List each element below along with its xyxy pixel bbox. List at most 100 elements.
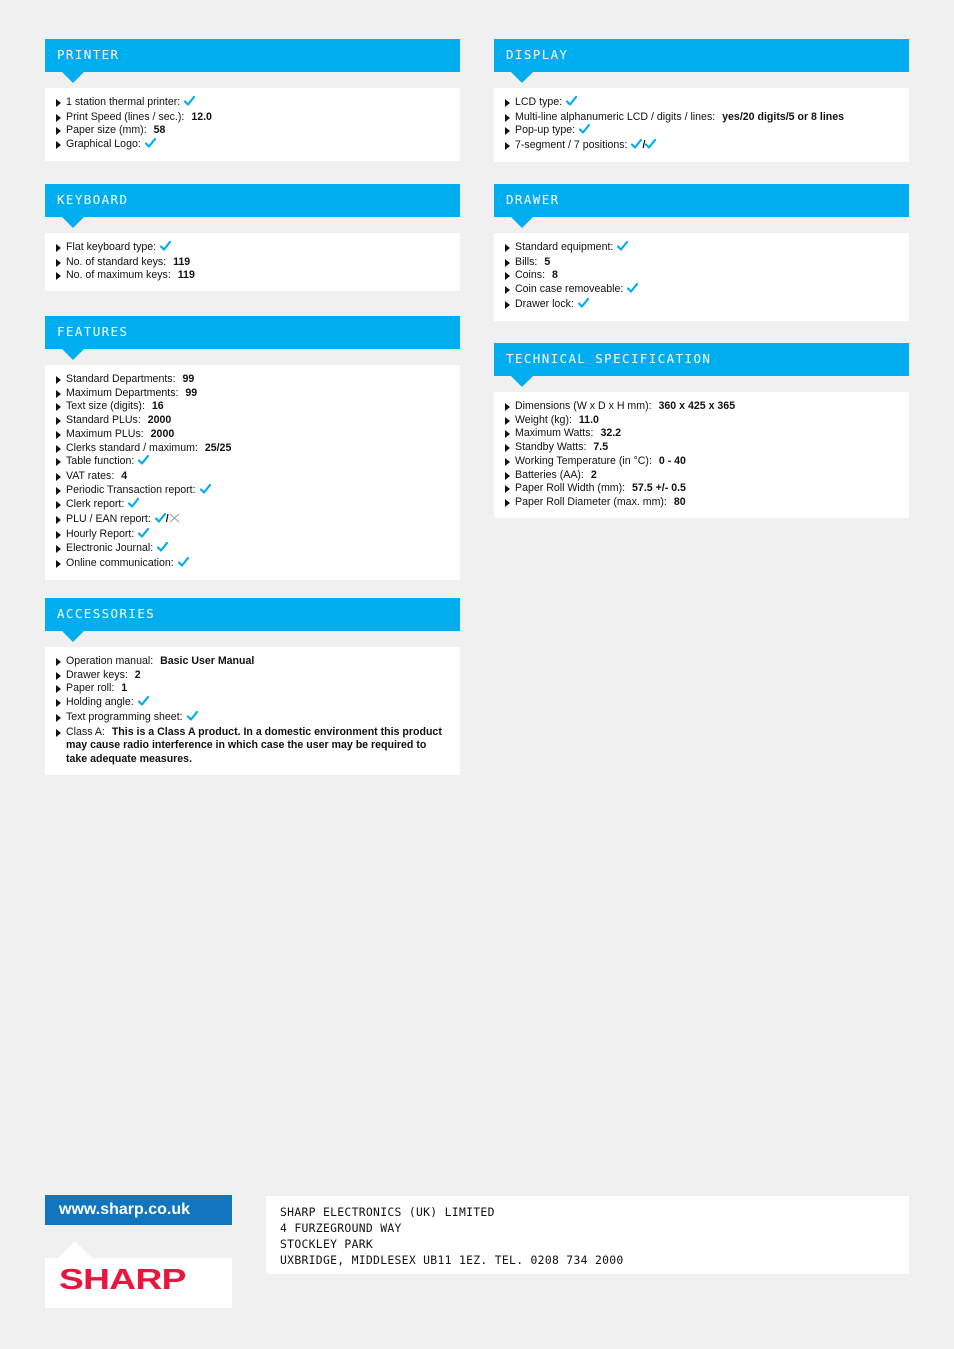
spec-value: 11.0 [578, 413, 599, 426]
spec-value: 119 [177, 269, 195, 282]
spec-label: Text size (digits): [66, 400, 145, 413]
spec-label: Paper Roll Diameter (max. mm): [515, 495, 667, 508]
section-body: Standard Departments: 99 Maximum Departme… [45, 365, 460, 580]
website-url[interactable]: www.sharp.co.uk [59, 1201, 190, 1218]
spec-item: Clerks standard / maximum: 25/25 [56, 442, 450, 456]
spec-label: 7-segment / 7 positions: [515, 139, 628, 152]
bullet-arrow-icon [56, 486, 61, 495]
section-title: PRINTER [57, 47, 120, 62]
spec-value: 360 x 425 x 365 [658, 400, 736, 412]
spec-label: Maximum Watts: [515, 427, 594, 440]
spec-label: Paper roll: [66, 682, 115, 695]
bullet-arrow-icon [56, 444, 61, 453]
check-icon [631, 139, 643, 154]
website-link[interactable]: www.sharp.co.uk [45, 1195, 232, 1225]
bullet-arrow-icon [505, 416, 510, 425]
spec-value: 2 [134, 668, 141, 681]
spec-item: Print Speed (lines / sec.): 12.0 [56, 111, 450, 125]
bullet-arrow-icon [505, 430, 510, 439]
section-display: DISPLAY LCD type: Multi-line alphanumeric… [494, 39, 909, 162]
spec-item: PLU / EAN report: / [56, 512, 450, 528]
spec-value: 80 [673, 495, 686, 508]
spec-item: Working Temperature (in °C): 0 - 40 [505, 455, 899, 469]
spec-label: Weight (kg): [515, 413, 572, 426]
check-icon [144, 138, 156, 153]
section-body: LCD type: Multi-line alphanumeric LCD / d… [494, 88, 909, 162]
sharp-logo: SHARP [45, 1258, 232, 1308]
header-pointer [62, 631, 84, 642]
spec-item: Hourly Report: [56, 527, 450, 543]
bullet-arrow-icon [56, 417, 61, 426]
spec-item: Holding angle: [56, 696, 450, 711]
bullet-arrow-icon [505, 485, 510, 494]
spec-item: Flat keyboard type: [56, 240, 450, 256]
bullet-arrow-icon [505, 127, 510, 136]
bullet-arrow-icon [56, 403, 61, 412]
section-header: KEYBOARD [45, 184, 460, 228]
spec-label: Multi-line alphanumeric LCD / digits / l… [515, 110, 716, 123]
header-pointer [511, 217, 533, 228]
spec-label: Coins: [515, 269, 546, 282]
address-line: SHARP ELECTRONICS (UK) LIMITED [280, 1205, 495, 1219]
spec-list: Standard equipment: Bills: 5 Coins: 8 Coin … [505, 240, 899, 313]
section-header: DISPLAY [494, 39, 909, 83]
spec-item: Paper roll: 1 [56, 682, 450, 696]
section-header: TECHNICAL SPECIFICATION [494, 343, 909, 387]
check-icon [577, 297, 589, 313]
bullet-arrow-icon [505, 444, 510, 453]
section-accessories: ACCESSORIES Operation manual: Basic User… [45, 598, 460, 775]
spec-label: Drawer lock: [515, 297, 574, 310]
check-icon [128, 498, 140, 513]
spec-label: VAT rates: [66, 469, 115, 482]
logo-text: SHARP [59, 1264, 186, 1296]
bullet-arrow-icon [56, 671, 61, 680]
bullet-arrow-icon [56, 560, 61, 569]
bullet-arrow-icon [56, 501, 61, 510]
spec-label: 1 station thermal printer: [66, 96, 181, 108]
spec-label: Bills: [515, 255, 538, 268]
bullet-arrow-icon [505, 244, 510, 252]
spec-item: No. of maximum keys: 119 [56, 269, 450, 283]
bullet-arrow-icon [56, 99, 61, 107]
spec-value: 32.2 [600, 427, 622, 440]
check-icon [184, 95, 196, 111]
spec-value: 5 [544, 255, 551, 268]
spec-label: No. of standard keys: [66, 255, 167, 268]
spec-item: Graphical Logo: [56, 138, 450, 153]
spec-list: Flat keyboard type: No. of standard keys:… [56, 240, 450, 283]
spec-item: Maximum PLUs: 2000 [56, 428, 450, 442]
spec-value: 12.0 [191, 110, 212, 123]
spec-label: Graphical Logo: [66, 138, 141, 151]
spec-item: Bills: 5 [505, 256, 899, 270]
spec-value: Basic User Manual [160, 655, 255, 667]
section-header: DRAWER [494, 184, 909, 228]
spec-value: 8 [551, 269, 558, 282]
section-title: DRAWER [506, 192, 560, 207]
spec-value: 58 [153, 124, 166, 137]
bullet-arrow-icon [56, 458, 61, 467]
spec-item: Coins: 8 [505, 269, 899, 283]
spec-value: This is a Class A product. In a domestic… [66, 725, 442, 765]
section-title: KEYBOARD [57, 192, 129, 207]
spec-item: Text size (digits): 16 [56, 400, 450, 414]
check-icon [645, 139, 657, 154]
spec-label: Text programming sheet: [66, 710, 183, 723]
spec-value: 57.5 +/- 0.5 [632, 482, 686, 495]
bullet-arrow-icon [56, 658, 61, 666]
bullet-arrow-icon [56, 530, 61, 539]
spec-label: Standby Watts: [515, 441, 587, 454]
spec-label: Periodic Transaction report: [66, 483, 196, 496]
spec-list: Standard Departments: 99 Maximum Departme… [56, 373, 450, 572]
spec-item: Standby Watts: 7.5 [505, 441, 899, 455]
spec-label: Working Temperature (in °C): [515, 454, 652, 467]
bullet-arrow-icon [505, 258, 510, 267]
bullet-arrow-icon [56, 516, 61, 525]
check-icon [627, 283, 639, 298]
spec-item: Periodic Transaction report: [56, 483, 450, 499]
bullet-arrow-icon [505, 99, 510, 107]
spec-value: yes/20 digits/5 or 8 lines [722, 110, 845, 123]
spec-label: Standard PLUs: [66, 414, 141, 427]
section-body: Operation manual: Basic User Manual Drawe… [45, 647, 460, 775]
section-title: FEATURES [57, 324, 129, 339]
spec-item: Class A: This is a Class A product. In a… [56, 726, 450, 767]
